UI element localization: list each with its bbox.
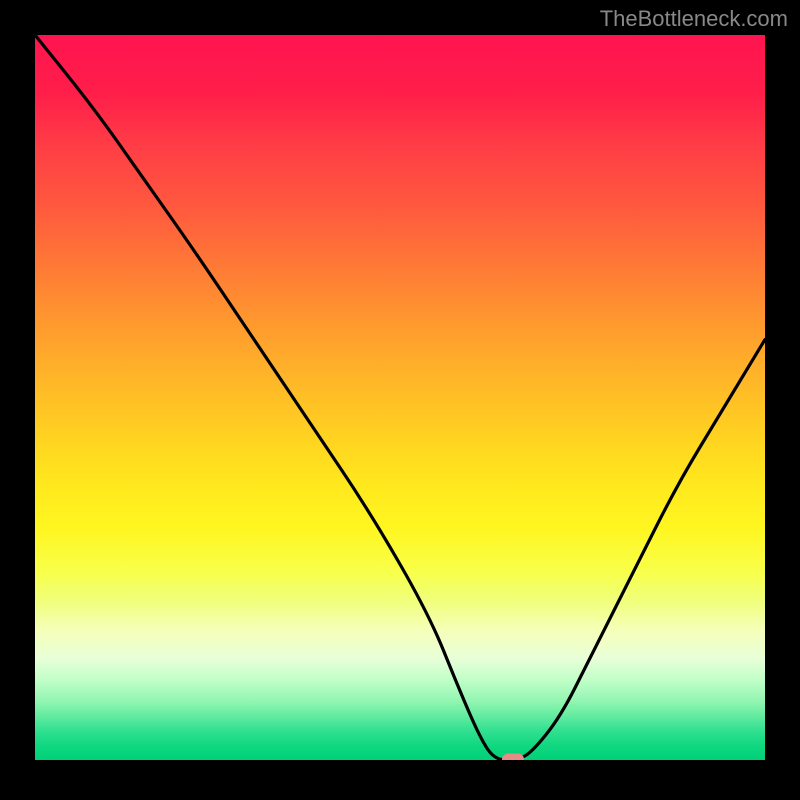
plot-area — [35, 35, 765, 760]
bottleneck-curve — [35, 35, 765, 760]
chart-container: TheBottleneck.com — [0, 0, 800, 800]
curve-svg — [35, 35, 765, 760]
watermark-text: TheBottleneck.com — [600, 6, 788, 32]
optimal-marker — [502, 754, 524, 761]
